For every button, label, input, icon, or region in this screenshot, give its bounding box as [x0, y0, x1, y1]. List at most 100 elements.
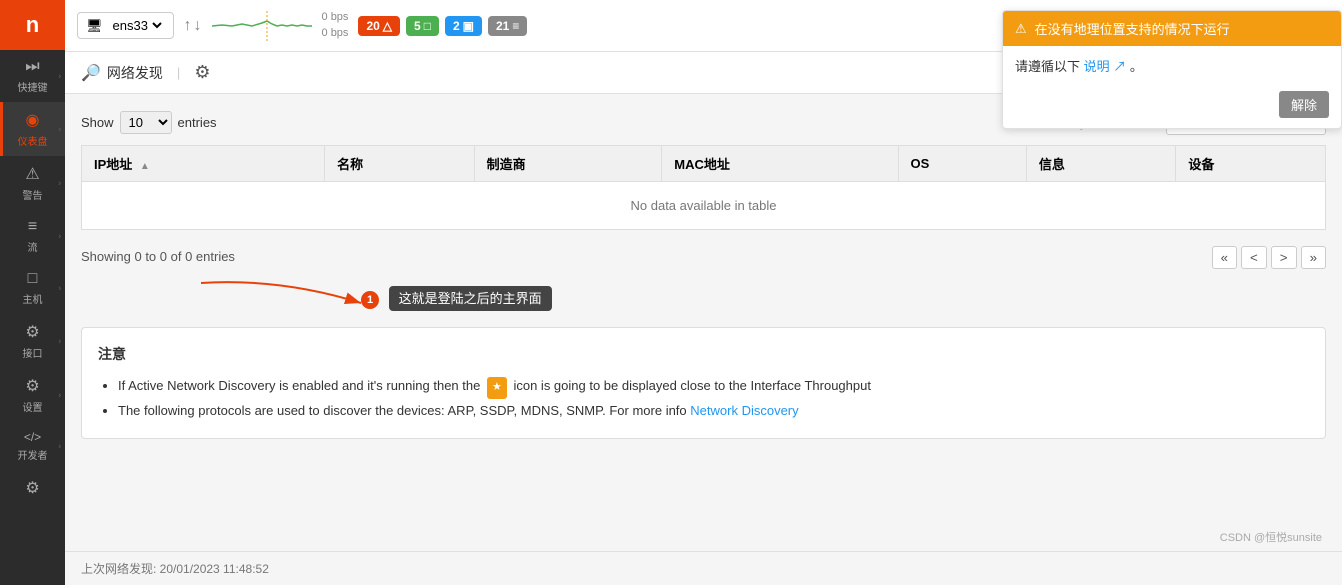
tooltip-body-prefix: 请遵循以下	[1015, 59, 1080, 74]
col-info[interactable]: 信息	[1026, 146, 1176, 182]
no-data-row: No data available in table	[82, 182, 1326, 230]
show-entries-control: Show 10 25 50 100 entries	[81, 111, 217, 134]
dismiss-button[interactable]: 解除	[1279, 91, 1329, 118]
sidebar-item-label: 警告	[23, 187, 43, 202]
chevron-icon: ›	[58, 125, 61, 134]
sidebar-item-more[interactable]: ⚙	[0, 470, 65, 506]
col-name[interactable]: 名称	[325, 146, 475, 182]
sidebar-item-alerts[interactable]: ⚠ 警告 ›	[0, 156, 65, 210]
pagination: « < > »	[1212, 246, 1326, 269]
entries-label: entries	[178, 115, 217, 130]
dashboard-icon: ◉	[26, 110, 40, 130]
tooltip-body: 请遵循以下 说明 ↗ 。	[1003, 46, 1341, 85]
last-discovery-text: 上次网络发现: 20/01/2023 11:48:52	[81, 562, 269, 576]
flows-badge[interactable]: 2 ▣	[445, 16, 482, 36]
sidebar-item-settings[interactable]: ⚙ 设置 ›	[0, 368, 65, 422]
sidebar-item-label: 接口	[23, 345, 43, 360]
next-page-button[interactable]: >	[1271, 246, 1297, 269]
col-os[interactable]: OS	[898, 146, 1026, 182]
network-discovery-link[interactable]: Network Discovery	[690, 403, 798, 418]
sidebar-item-label: 流	[28, 239, 38, 254]
tooltip-popup: ⚠ 在没有地理位置支持的情况下运行 请遵循以下 说明 ↗ 。 解除	[1002, 10, 1342, 129]
settings-icon: ⚙	[25, 376, 39, 396]
arrow-up-icon: ↑	[184, 17, 192, 35]
tooltip-link[interactable]: 说明 ↗	[1084, 59, 1130, 74]
warning-icon: ⚠	[1015, 21, 1027, 37]
interface-selector[interactable]: 🖥 ens33	[77, 12, 174, 39]
hosts-badge[interactable]: 5 □	[406, 16, 439, 36]
note-icon: ★	[487, 377, 507, 399]
entries-select[interactable]: 10 25 50 100	[120, 111, 172, 134]
note-item-2: The following protocols are used to disc…	[118, 399, 1309, 422]
note-item-1-text-before: If Active Network Discovery is enabled a…	[118, 378, 480, 393]
logo: n	[0, 0, 65, 50]
hosts-icon: □	[28, 270, 38, 288]
chevron-icon: ›	[58, 72, 61, 81]
no-data-cell: No data available in table	[82, 182, 1326, 230]
col-device[interactable]: 设备	[1176, 146, 1326, 182]
shortcuts-icon: ⏭	[25, 58, 39, 76]
page-title: 🔎 网络发现	[81, 63, 163, 83]
chevron-icon: ›	[58, 284, 61, 293]
annotation-arrow	[81, 273, 401, 323]
showing-info: Showing 0 to 0 of 0 entries	[81, 249, 235, 264]
traffic-bps: 0 bps 0 bps	[322, 10, 349, 41]
chevron-icon: ›	[58, 179, 61, 188]
alerts-icon: ⚠	[25, 164, 39, 184]
alert-icon: △	[383, 19, 392, 33]
interface-icon: 🖥	[86, 18, 103, 34]
other-icon: ≡	[512, 19, 519, 33]
first-page-button[interactable]: «	[1212, 246, 1237, 269]
developer-icon: </>	[24, 430, 41, 444]
topbar: 🖥 ens33 ↑ ↓ 0 bps 0 bps 20 △ 5	[65, 0, 1342, 52]
last-page-button[interactable]: »	[1301, 246, 1326, 269]
sidebar-item-flow[interactable]: ≡ 流 ›	[0, 210, 65, 262]
col-ip[interactable]: IP地址 ▲	[82, 146, 325, 182]
sidebar-item-dashboard[interactable]: ◉ 仪表盘 ›	[0, 102, 65, 156]
note-title: 注意	[98, 344, 1309, 364]
tooltip-title: 在没有地理位置支持的情况下运行	[1035, 19, 1230, 38]
chevron-icon: ›	[58, 391, 61, 400]
download-bps: 0 bps	[322, 26, 349, 41]
note-item-1: If Active Network Discovery is enabled a…	[118, 374, 1309, 399]
status-badges: 20 △ 5 □ 2 ▣ 21 ≡	[358, 16, 527, 36]
main-area: 🖥 ens33 ↑ ↓ 0 bps 0 bps 20 △ 5	[65, 0, 1342, 585]
tooltip-body-suffix: 。	[1130, 59, 1143, 74]
header-divider: |	[177, 65, 180, 80]
data-table: IP地址 ▲ 名称 制造商 MAC地址 OS	[81, 145, 1326, 230]
other-badge[interactable]: 21 ≡	[488, 16, 527, 36]
tooltip-footer: 解除	[1003, 85, 1341, 128]
col-manufacturer[interactable]: 制造商	[474, 146, 662, 182]
network-discovery-icon: 🔎	[81, 63, 101, 83]
note-list: If Active Network Discovery is enabled a…	[98, 374, 1309, 422]
upload-bps: 0 bps	[322, 10, 349, 25]
page-title-text: 网络发现	[107, 63, 163, 83]
watermark: CSDN @恒悦sunsite	[1220, 529, 1322, 545]
filter-icon[interactable]: ⚙	[194, 62, 210, 83]
flows-icon: ▣	[463, 19, 474, 33]
prev-page-button[interactable]: <	[1241, 246, 1267, 269]
sidebar: n ⏭ 快捷键 › ◉ 仪表盘 › ⚠ 警告 › ≡ 流 › □ 主机 › ⚙ …	[0, 0, 65, 585]
hosts-icon: □	[424, 19, 431, 33]
alert-badge[interactable]: 20 △	[358, 16, 400, 36]
hosts-count: 5	[414, 19, 421, 33]
footer-bar: 上次网络发现: 20/01/2023 11:48:52	[65, 551, 1342, 585]
other-count: 21	[496, 19, 509, 33]
note-box: 注意 If Active Network Discovery is enable…	[81, 327, 1326, 439]
flow-icon: ≡	[28, 218, 37, 236]
col-mac[interactable]: MAC地址	[662, 146, 898, 182]
content-area: Show 10 25 50 100 entries Run Discovery …	[65, 94, 1342, 551]
chevron-icon: ›	[58, 442, 61, 451]
sidebar-item-interfaces[interactable]: ⚙ 接口 ›	[0, 314, 65, 368]
more-icon: ⚙	[25, 478, 39, 498]
sidebar-item-hosts[interactable]: □ 主机 ›	[0, 262, 65, 314]
tooltip-header: ⚠ 在没有地理位置支持的情况下运行	[1003, 11, 1341, 46]
interfaces-icon: ⚙	[25, 322, 39, 342]
sidebar-item-label: 设置	[23, 399, 43, 414]
sidebar-item-shortcuts[interactable]: ⏭ 快捷键 ›	[0, 50, 65, 102]
sidebar-item-label: 开发者	[18, 447, 48, 462]
interface-dropdown[interactable]: ens33	[109, 17, 165, 34]
sort-icon: ▲	[140, 161, 152, 173]
chevron-icon: ›	[58, 232, 61, 241]
sidebar-item-developer[interactable]: </> 开发者 ›	[0, 422, 65, 470]
